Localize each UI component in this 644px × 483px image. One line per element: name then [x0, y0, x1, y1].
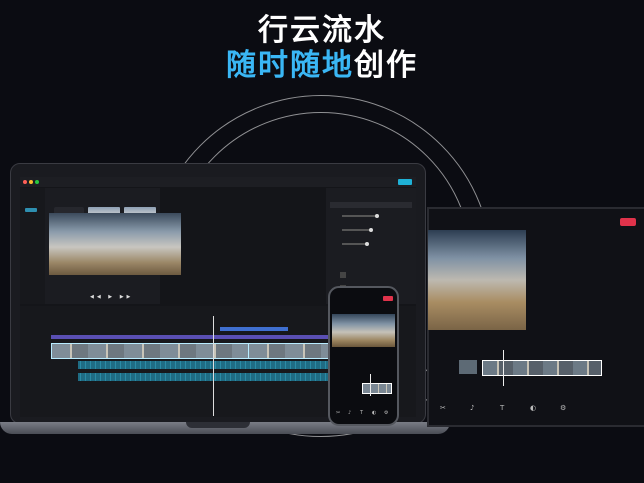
timeline-video-clip[interactable]: [248, 343, 330, 359]
phone-export-button[interactable]: [383, 296, 393, 301]
phone-preview-video[interactable]: [332, 314, 395, 347]
phone-tool-icon[interactable]: ◐: [372, 410, 376, 416]
preview-video[interactable]: [49, 213, 181, 275]
phone-frame: [328, 286, 399, 426]
timeline-text-track[interactable]: [51, 335, 328, 339]
laptop-notch: [186, 422, 250, 428]
timeline-audio-track[interactable]: [78, 361, 328, 369]
tablet-video-clip[interactable]: [482, 360, 602, 376]
preview-player: [162, 188, 324, 304]
tablet-tool-icon[interactable]: ♪: [470, 404, 474, 412]
media-sidebar: [20, 188, 45, 304]
headline-accent: 随时随地: [226, 48, 354, 83]
timeline-video-clip[interactable]: [51, 343, 249, 359]
tablet-preview-video[interactable]: [428, 230, 526, 330]
phone-video-clip[interactable]: [362, 383, 392, 394]
phone-tool-icon[interactable]: ✂: [336, 410, 340, 416]
phone-tool-icon[interactable]: T: [360, 410, 363, 416]
checkbox[interactable]: [340, 272, 346, 278]
player-controls[interactable]: ◀◀ ▶ ▶▶: [90, 294, 133, 300]
timeline-effect-track[interactable]: [220, 327, 288, 331]
timeline-audio-track[interactable]: [78, 373, 328, 381]
export-button[interactable]: [398, 179, 412, 185]
tablet-clip-thumb[interactable]: [459, 360, 477, 374]
tablet-export-button[interactable]: [620, 218, 636, 226]
phone-playhead[interactable]: [370, 374, 371, 396]
phone-tool-icon[interactable]: ⚙: [384, 410, 388, 416]
zoom-dot-icon[interactable]: [35, 180, 39, 184]
phone-tool-icon[interactable]: ♪: [348, 410, 351, 416]
tablet-tool-icon[interactable]: T: [500, 404, 504, 412]
close-dot-icon[interactable]: [23, 180, 27, 184]
tablet-tool-icon[interactable]: ⚙: [560, 404, 566, 412]
headline-plain: 创作: [354, 48, 418, 83]
opacity-slider[interactable]: [342, 214, 379, 218]
tablet-tool-icon[interactable]: ◐: [530, 404, 536, 412]
tablet-playhead[interactable]: [503, 350, 504, 386]
scale-slider[interactable]: [342, 228, 373, 232]
sidebar-item-active[interactable]: [25, 208, 37, 212]
headline-line2: 随时随地创作: [0, 40, 644, 84]
minimize-dot-icon[interactable]: [29, 180, 33, 184]
editor-titlebar: [20, 177, 416, 187]
timeline-playhead[interactable]: [213, 316, 214, 416]
inspector-tab-bar[interactable]: [330, 202, 412, 208]
rotate-slider[interactable]: [342, 242, 369, 246]
tablet-tool-icon[interactable]: ✂: [440, 404, 446, 412]
